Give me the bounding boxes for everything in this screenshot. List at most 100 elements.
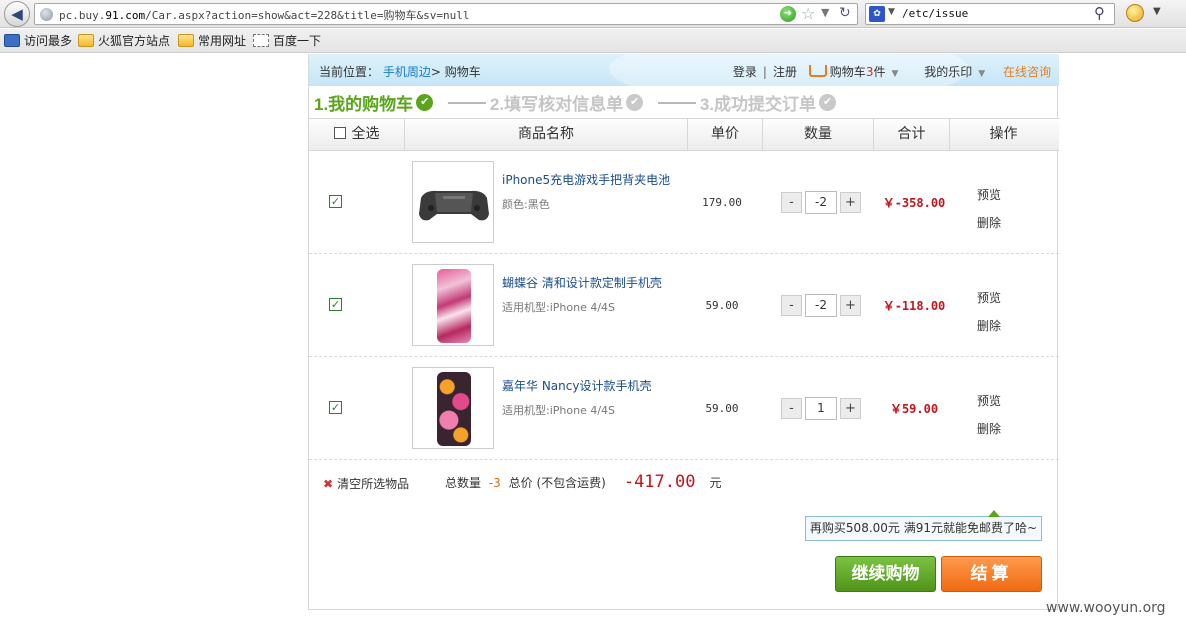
qty-decrease-button[interactable]: - — [781, 398, 802, 419]
product-name[interactable]: iPhone5充电游戏手把背夹电池 — [502, 171, 670, 188]
globe-icon — [40, 8, 53, 21]
butterfly-case-image — [437, 269, 471, 343]
search-icon[interactable]: ⚲ — [1094, 4, 1105, 22]
checkout-button[interactable]: 结算 — [941, 556, 1042, 592]
chevron-down-icon[interactable]: ▼ — [978, 69, 985, 79]
site-topbar: 当前位置： 手机周边> 购物车 登录 | 注册 购物车3件 ▼ 我的乐印 ▼ 在线咨询 — [309, 54, 1059, 86]
star-icon[interactable]: ☆ — [801, 4, 815, 23]
checkout-steps: 1.我的购物车 ✔ 2.填写核对信息单 ✔ 3.成功提交订单 ✔ — [314, 90, 837, 114]
chevron-down-icon[interactable]: ▼ — [891, 69, 898, 79]
go-arrow-icon[interactable]: ➜ — [780, 6, 796, 22]
bookmarks-toolbar: 访问最多 火狐官方站点 常用网址 百度一下 — [0, 29, 1186, 53]
breadcrumb: 当前位置： 手机周边> 购物车 — [319, 65, 481, 79]
cart-footer: ✖ 清空所选物品 总数量 -3 总价 (不包含运费) -417.00 元 再购买508… — [309, 461, 1059, 610]
qty-decrease-button[interactable]: - — [781, 295, 802, 316]
online-consult-link[interactable]: 在线咨询 — [1003, 63, 1051, 80]
quantity-stepper: - -2 + — [781, 294, 861, 317]
bookmark-common-sites[interactable]: 常用网址 — [178, 33, 246, 49]
total-quantity: -3 — [488, 476, 501, 490]
addon-icon[interactable] — [1126, 4, 1144, 22]
delete-link[interactable]: 删除 — [964, 415, 1014, 443]
col-unit-price: 单价 — [688, 119, 763, 150]
bookmark-firefox-site[interactable]: 火狐官方站点 — [78, 33, 170, 49]
browser-navbar: ◀ pc.buy.91.com/Car.aspx?action=show&act… — [0, 0, 1186, 28]
continue-shopping-button[interactable]: 继续购物 — [835, 556, 936, 592]
bookmark-baidu[interactable]: 百度一下 — [253, 33, 321, 49]
quantity-stepper: -1 + — [781, 397, 861, 420]
qty-increase-button[interactable]: + — [840, 295, 861, 316]
product-name[interactable]: 嘉年华 Nancy设计款手机壳 — [502, 377, 651, 394]
qty-increase-button[interactable]: + — [840, 398, 861, 419]
qty-input[interactable]: 1 — [805, 397, 837, 420]
free-shipping-tip: 再购买508.00元 满91元就能免邮费了哈~ — [805, 510, 1042, 541]
qty-decrease-button[interactable]: - — [781, 192, 802, 213]
qty-increase-button[interactable]: + — [840, 192, 861, 213]
login-link[interactable]: 登录 — [733, 63, 757, 80]
back-arrow-icon: ◀ — [11, 5, 23, 23]
col-actions: 操作 — [989, 126, 1018, 142]
item-subtotal: ￥-118.00 — [882, 299, 946, 313]
preview-link[interactable]: 预览 — [964, 387, 1014, 415]
reload-icon[interactable]: ↻ — [839, 5, 851, 21]
delete-link[interactable]: 删除 — [964, 312, 1014, 340]
user-nav: 登录 | 注册 购物车3件 ▼ 我的乐印 ▼ 在线咨询 — [732, 63, 1051, 80]
item-checkbox[interactable]: ✓ — [329, 195, 342, 208]
preview-link[interactable]: 预览 — [964, 181, 1014, 209]
register-link[interactable]: 注册 — [773, 63, 797, 80]
search-bar[interactable]: ✿ ▼ /etc/issue ⚲ — [865, 3, 1115, 25]
preview-link[interactable]: 预览 — [964, 284, 1014, 312]
check-circle-icon: ✔ — [626, 94, 644, 111]
chevron-down-icon[interactable]: ▼ — [1153, 6, 1161, 17]
product-attribute: 适用机型:iPhone 4/4S — [502, 301, 616, 314]
page-icon — [253, 34, 269, 47]
col-subtotal: 合计 — [874, 119, 950, 150]
step-1: 1.我的购物车 — [314, 95, 414, 114]
my-print-menu[interactable]: 我的乐印 — [924, 63, 972, 80]
step-2: 2.填写核对信息单 — [489, 95, 624, 114]
row-actions: 预览 删除 — [964, 284, 1014, 340]
chevron-down-icon[interactable]: ▼ — [888, 7, 895, 17]
unit-price: 59.00 — [705, 402, 739, 415]
search-engine-icon[interactable]: ✿ — [869, 6, 885, 22]
table-row: ✓ 嘉年华 Nancy设计款手机壳 适用机型:iPhone 4/4S 59.00… — [309, 357, 1059, 460]
product-name[interactable]: 蝴蝶谷 清和设计款定制手机壳 — [502, 274, 662, 291]
step-divider — [657, 101, 696, 104]
quantity-stepper: - -2 + — [781, 191, 861, 214]
cart-icon — [808, 65, 827, 77]
row-actions: 预览 删除 — [964, 387, 1014, 443]
col-quantity: 数量 — [763, 119, 874, 150]
search-input[interactable]: /etc/issue — [902, 7, 968, 20]
item-checkbox[interactable]: ✓ — [329, 298, 342, 311]
product-image[interactable] — [412, 367, 494, 449]
select-all-checkbox[interactable] — [333, 127, 346, 139]
product-attribute: 颜色:黑色 — [502, 198, 550, 211]
cart-table-header: 全选 商品名称 单价 数量 合计 操作 — [309, 118, 1059, 151]
total-price: -417.00 — [623, 472, 696, 492]
url-bar[interactable]: pc.buy.91.com/Car.aspx?action=show&act=2… — [34, 3, 858, 25]
close-icon: ✖ — [323, 477, 334, 491]
clear-selected-button[interactable]: ✖ 清空所选物品 — [323, 475, 409, 492]
bookmark-most-visited[interactable]: 访问最多 — [4, 33, 72, 49]
breadcrumb-link[interactable]: 手机周边 — [383, 65, 431, 79]
product-image[interactable] — [412, 264, 494, 346]
cart-page: 当前位置： 手机周边> 购物车 登录 | 注册 购物车3件 ▼ 我的乐印 ▼ 在线咨询 … — [308, 54, 1059, 610]
select-all[interactable]: 全选 — [309, 119, 405, 150]
table-row: ✓ 蝴蝶谷 清和设计款定制手机壳 适用机型:iPhone 4/4S 59.00 … — [309, 254, 1059, 357]
step-3: 3.成功提交订单 — [699, 95, 817, 114]
product-image[interactable] — [412, 161, 494, 243]
url-text[interactable]: pc.buy.91.com/Car.aspx?action=show&act=2… — [59, 7, 470, 23]
back-button[interactable]: ◀ — [4, 1, 30, 27]
cart-link[interactable]: 购物车3件 — [830, 63, 886, 80]
cart-count: 3 — [865, 65, 874, 79]
item-checkbox[interactable]: ✓ — [329, 401, 342, 414]
delete-link[interactable]: 删除 — [964, 209, 1014, 237]
table-row: ✓ iPhone5充电游戏手把背夹电池 颜色:黑色 179.00 - -2 + ￥-… — [309, 151, 1059, 254]
chevron-down-icon[interactable]: ▼ — [821, 6, 829, 19]
most-visited-icon — [4, 34, 20, 47]
unit-price: 59.00 — [705, 299, 739, 312]
qty-input[interactable]: -2 — [805, 191, 837, 214]
watermark: www.wooyun.org — [1046, 600, 1166, 616]
qty-input[interactable]: -2 — [805, 294, 837, 317]
carnival-case-image — [437, 372, 471, 446]
col-product-name: 商品名称 — [405, 119, 688, 150]
